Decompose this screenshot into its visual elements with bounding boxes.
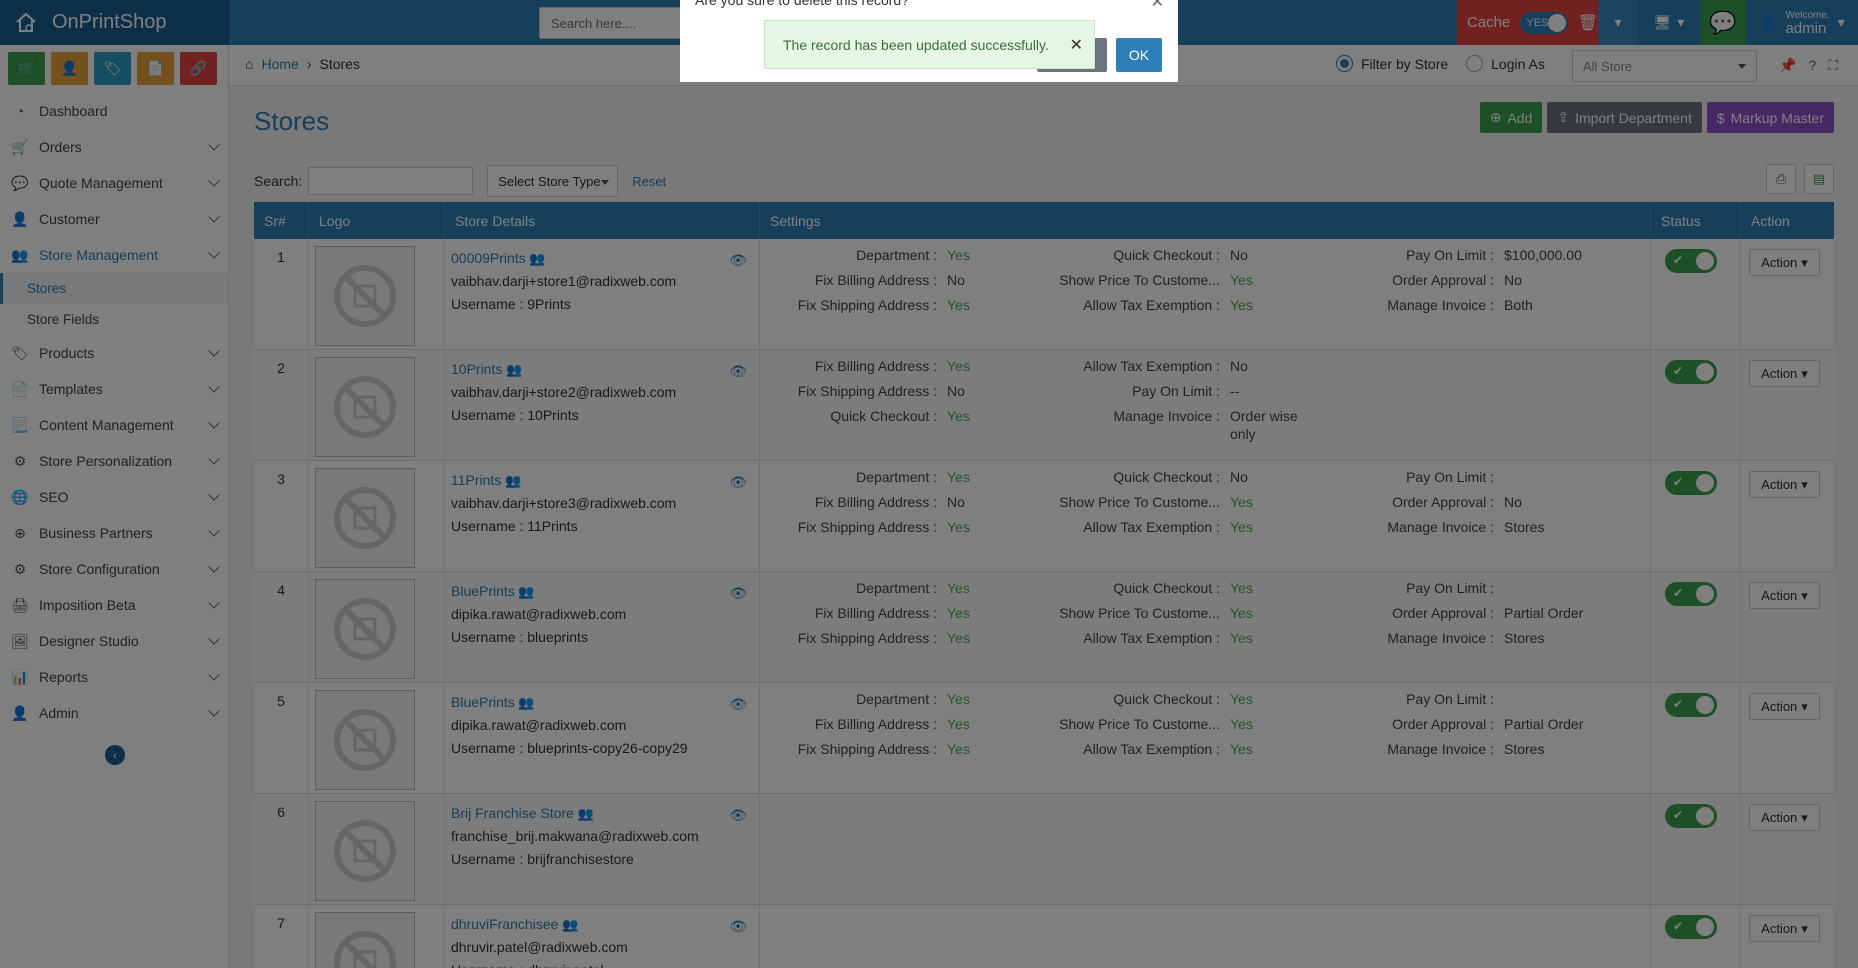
ok-button[interactable]: OK	[1116, 38, 1162, 72]
close-icon[interactable]: ✕	[1151, 0, 1164, 12]
modal-backdrop	[0, 0, 1858, 968]
success-toast: The record has been updated successfully…	[764, 20, 1095, 69]
confirm-question: Are you sure to delete this record?	[695, 0, 910, 8]
close-icon[interactable]: ✕	[1070, 35, 1083, 55]
toast-message: The record has been updated successfully…	[783, 36, 1049, 53]
